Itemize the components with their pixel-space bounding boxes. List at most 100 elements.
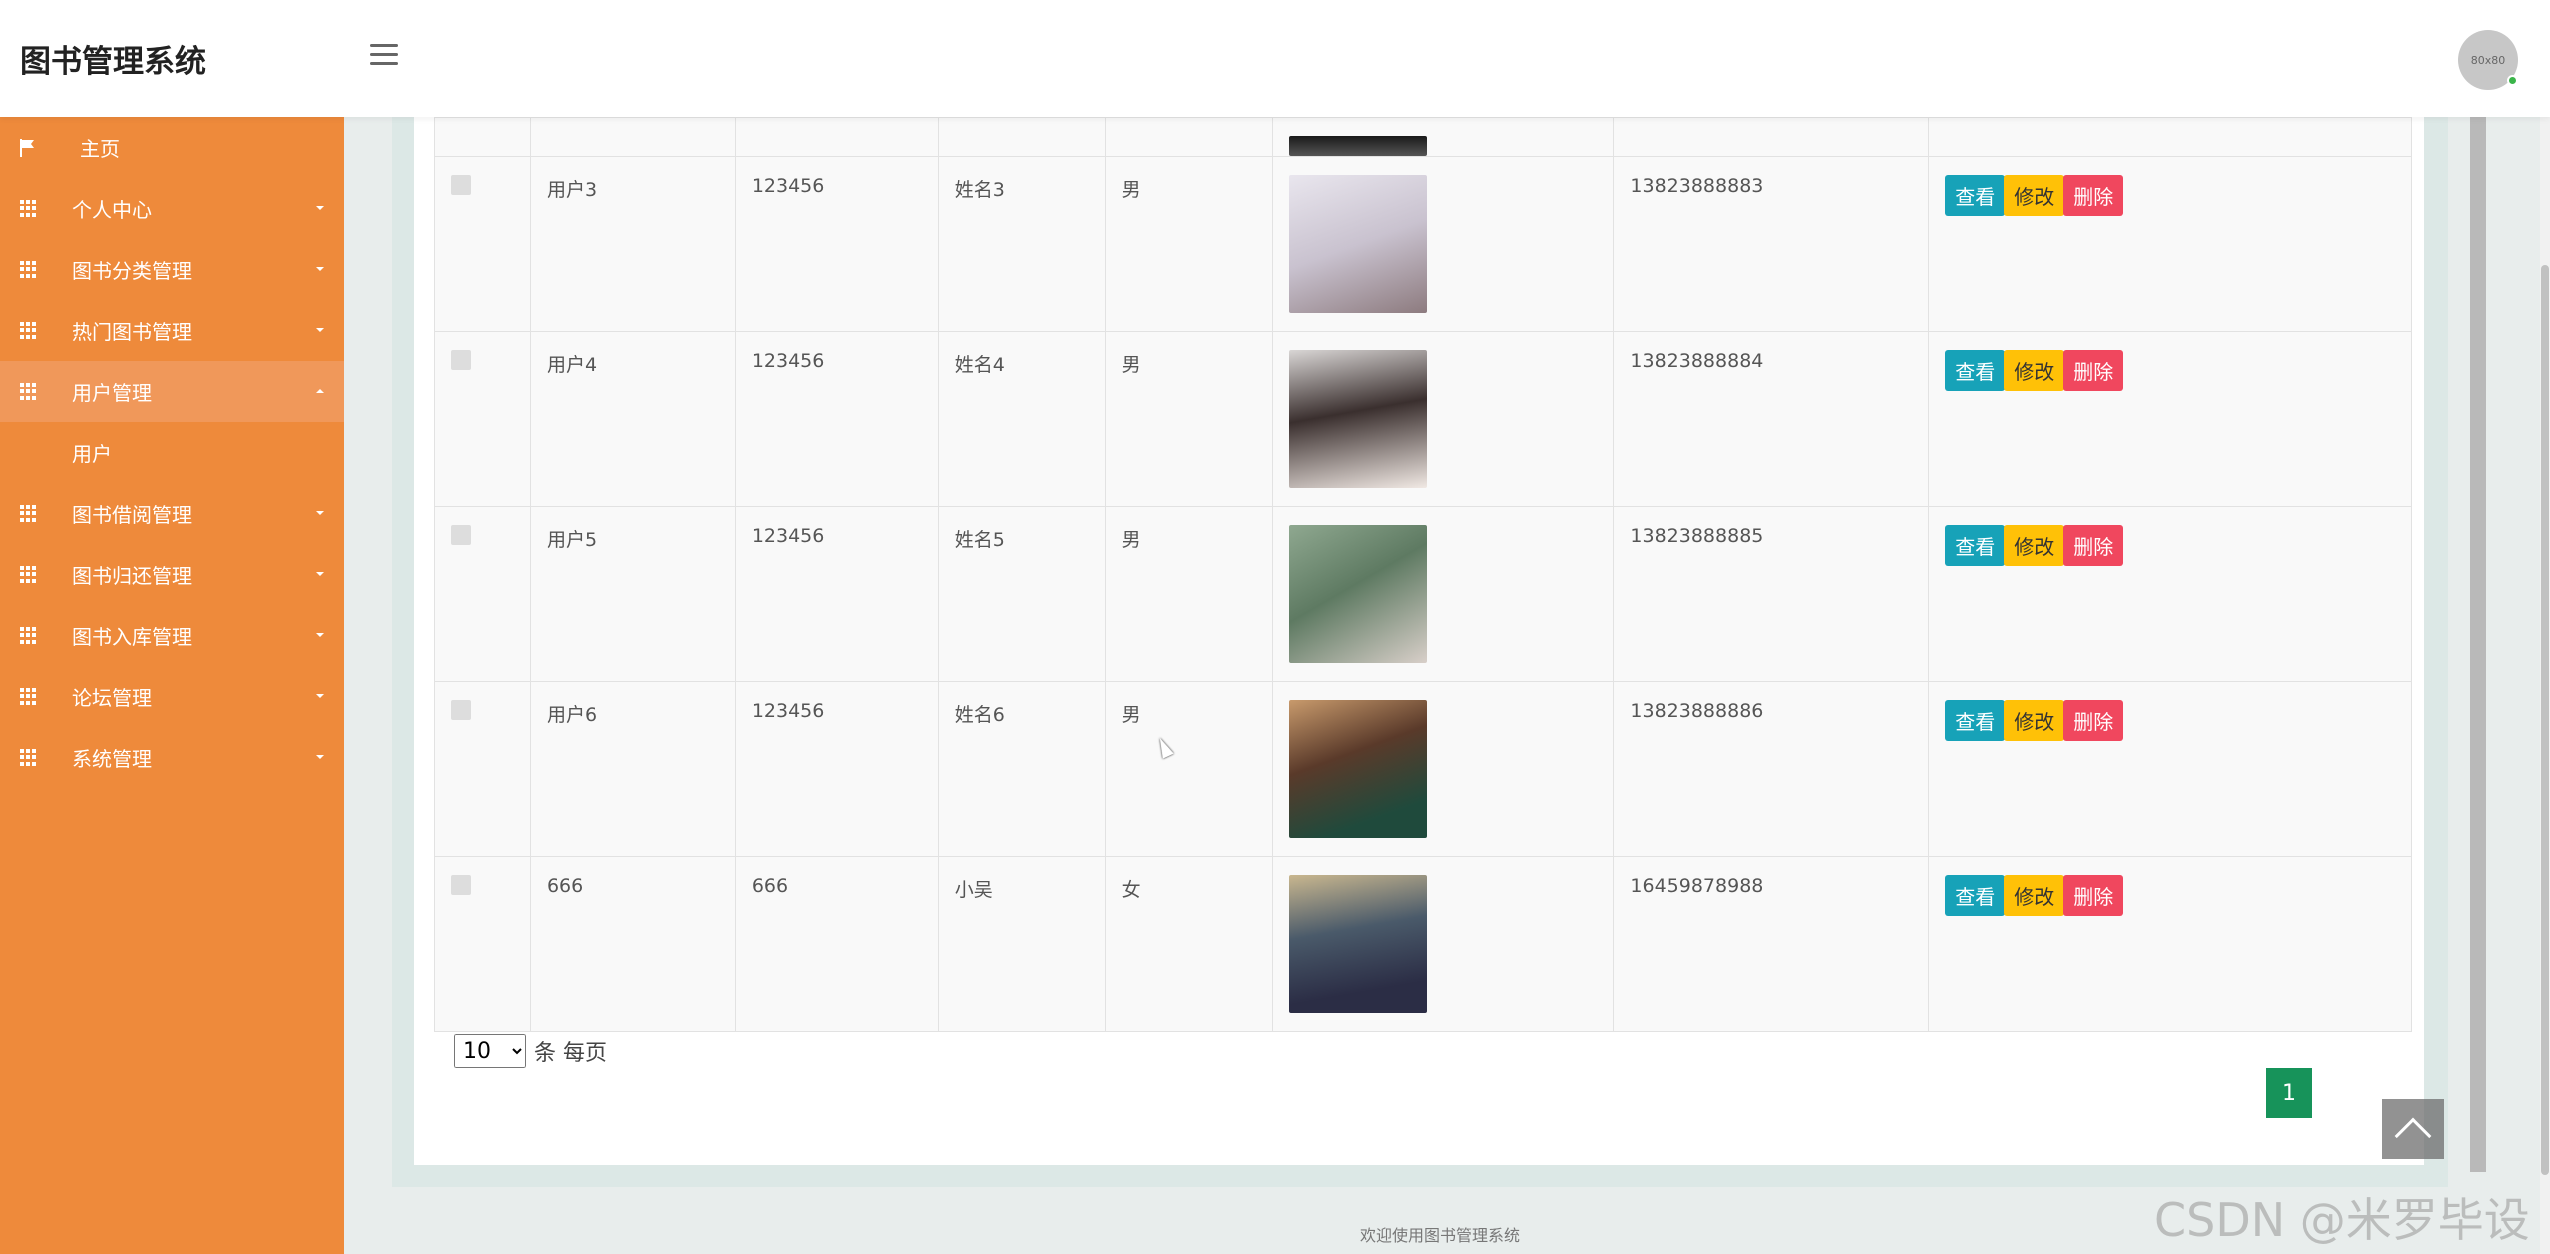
edit-button[interactable]: 修改 xyxy=(2004,700,2065,741)
cell-gender: 男 xyxy=(1104,331,1273,507)
view-button[interactable]: 查看 xyxy=(1945,700,2006,741)
cell-password: 666 xyxy=(734,856,939,1032)
cell-gender: 男 xyxy=(1104,681,1273,857)
edit-button[interactable]: 修改 xyxy=(2004,175,2065,216)
caret-down-icon xyxy=(316,633,324,637)
sidebar-item-book-stock-in[interactable]: 图书入库管理 xyxy=(0,605,344,666)
sidebar-item-book-return[interactable]: 图书归还管理 xyxy=(0,544,344,605)
user-table: 用户3 123456 姓名3 男 13823888883 查看 修改 删除 用户4 … xyxy=(434,117,2412,1032)
cell-name: 姓名4 xyxy=(937,331,1106,507)
avatar[interactable]: 80x80 xyxy=(2458,30,2518,90)
cell-account: 用户3 xyxy=(529,156,736,332)
caret-down-icon xyxy=(316,267,324,271)
edit-button[interactable]: 修改 xyxy=(2004,875,2065,916)
edit-button[interactable]: 修改 xyxy=(2004,525,2065,566)
row-checkbox[interactable] xyxy=(451,700,471,720)
flag-icon xyxy=(20,138,34,157)
user-photo xyxy=(1288,175,1427,313)
grid-icon xyxy=(20,687,38,706)
delete-button[interactable]: 删除 xyxy=(2063,350,2124,391)
sidebar-item-label: 图书分类管理 xyxy=(72,259,192,283)
page-size-select[interactable]: 10 xyxy=(454,1034,526,1068)
grid-icon xyxy=(20,748,38,767)
sidebar-item-label: 论坛管理 xyxy=(72,686,152,710)
cell-password: 123456 xyxy=(734,681,939,857)
footer-text: 欢迎使用图书管理系统 xyxy=(1360,1226,1521,1245)
caret-down-icon xyxy=(316,328,324,332)
row-checkbox[interactable] xyxy=(451,175,471,195)
table-row: 用户5 123456 姓名5 男 13823888885 查看 修改 删除 xyxy=(434,506,2412,682)
user-photo xyxy=(1288,136,1427,156)
cell-name: 小吴 xyxy=(937,856,1106,1032)
delete-button[interactable]: 删除 xyxy=(2063,875,2124,916)
grid-icon xyxy=(20,626,38,645)
cell-gender: 男 xyxy=(1104,156,1273,332)
user-photo xyxy=(1288,875,1427,1013)
table-row: 用户6 123456 姓名6 男 13823888886 查看 修改 删除 xyxy=(434,681,2412,857)
delete-button[interactable]: 删除 xyxy=(2063,525,2124,566)
cell-phone: 13823888884 xyxy=(1613,331,1930,507)
sidebar-item-book-borrow[interactable]: 图书借阅管理 xyxy=(0,483,344,544)
sidebar-item-hot-books[interactable]: 热门图书管理 xyxy=(0,300,344,361)
cell-password: 123456 xyxy=(734,506,939,682)
page-size-suffix: 条 每页 xyxy=(534,1041,607,1066)
view-button[interactable]: 查看 xyxy=(1945,350,2006,391)
cell-phone: 13823888886 xyxy=(1613,681,1930,857)
grid-icon xyxy=(20,199,38,218)
delete-button[interactable]: 删除 xyxy=(2063,175,2124,216)
cell-account: 用户4 xyxy=(529,331,736,507)
cell-account: 用户5 xyxy=(529,506,736,682)
row-checkbox[interactable] xyxy=(451,350,471,370)
cell-account: 666 xyxy=(529,856,736,1032)
app-title: 图书管理系统 xyxy=(20,44,206,80)
view-button[interactable]: 查看 xyxy=(1945,525,2006,566)
top-header: 图书管理系统 80x80 xyxy=(0,0,2550,117)
sidebar-item-home[interactable]: 主页 xyxy=(0,117,344,178)
caret-down-icon xyxy=(316,755,324,759)
cell-name: 姓名3 xyxy=(937,156,1106,332)
grid-icon xyxy=(20,260,38,279)
hamburger-menu-icon[interactable] xyxy=(370,44,398,66)
grid-icon xyxy=(20,321,38,340)
sidebar-item-label: 图书归还管理 xyxy=(72,564,192,588)
edit-button[interactable]: 修改 xyxy=(2004,350,2065,391)
sidebar-item-label: 主页 xyxy=(80,137,120,161)
caret-down-icon xyxy=(316,511,324,515)
caret-down-icon xyxy=(316,572,324,576)
grid-icon xyxy=(20,565,38,584)
cell-gender: 男 xyxy=(1104,506,1273,682)
sidebar-item-system[interactable]: 系统管理 xyxy=(0,727,344,788)
row-checkbox[interactable] xyxy=(451,525,471,545)
sidebar-subitem-users[interactable]: 用户 xyxy=(0,422,344,483)
cell-name: 姓名5 xyxy=(937,506,1106,682)
sidebar-item-book-category[interactable]: 图书分类管理 xyxy=(0,239,344,300)
caret-down-icon xyxy=(316,206,324,210)
grid-icon xyxy=(20,504,38,523)
sidebar-item-label: 图书入库管理 xyxy=(72,625,192,649)
avatar-placeholder-text: 80x80 xyxy=(2470,53,2506,67)
cell-account: 用户6 xyxy=(529,681,736,857)
page-scrollbar-thumb[interactable] xyxy=(2541,265,2549,1175)
grid-icon xyxy=(20,382,38,401)
delete-button[interactable]: 删除 xyxy=(2063,700,2124,741)
view-button[interactable]: 查看 xyxy=(1945,175,2006,216)
watermark: CSDN @米罗毕设 xyxy=(2154,1193,2530,1247)
sidebar-item-label: 用户管理 xyxy=(72,381,152,405)
sidebar-item-forum[interactable]: 论坛管理 xyxy=(0,666,344,727)
table-row-partial xyxy=(434,117,2412,157)
table-row: 666 666 小吴 女 16459878988 查看 修改 删除 xyxy=(434,856,2412,1032)
view-button[interactable]: 查看 xyxy=(1945,875,2006,916)
caret-up-icon xyxy=(316,389,324,393)
table-card: 用户3 123456 姓名3 男 13823888883 查看 修改 删除 用户4 … xyxy=(414,117,2424,1165)
user-photo xyxy=(1288,700,1427,838)
cell-password: 123456 xyxy=(734,156,939,332)
cell-password: 123456 xyxy=(734,331,939,507)
pagination-page-1[interactable]: 1 xyxy=(2266,1068,2312,1118)
sidebar-item-label: 个人中心 xyxy=(72,198,152,222)
sidebar-item-personal-center[interactable]: 个人中心 xyxy=(0,178,344,239)
back-to-top-button[interactable] xyxy=(2382,1099,2444,1159)
row-checkbox[interactable] xyxy=(451,875,471,895)
sidebar-item-user-management[interactable]: 用户管理 xyxy=(0,361,344,422)
sidebar: 主页 个人中心 图书分类管理 热门图书管理 用户管理 用户 图书借阅管理 图书归… xyxy=(0,117,344,1254)
content-scrollbar[interactable] xyxy=(2470,117,2486,1172)
